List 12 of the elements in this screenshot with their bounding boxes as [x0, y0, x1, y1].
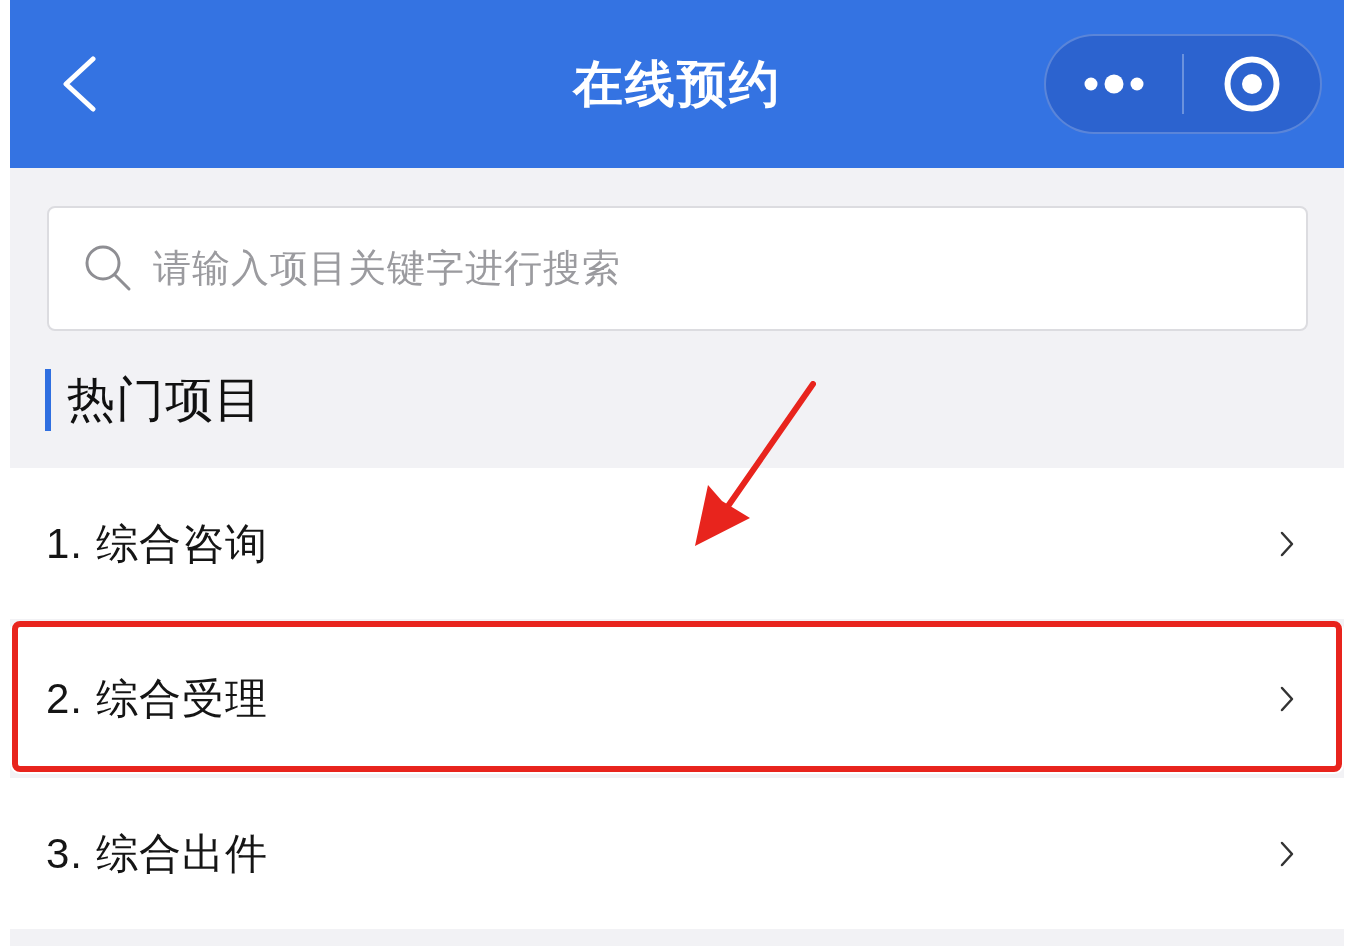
list-item[interactable]: 2. 综合受理 — [10, 619, 1344, 774]
more-icon — [1083, 74, 1145, 94]
page-title: 在线预约 — [573, 55, 781, 114]
search-icon — [84, 244, 132, 292]
chevron-right-icon — [1280, 840, 1294, 867]
list-item[interactable]: 1. 综合咨询 — [10, 468, 1344, 619]
back-icon — [62, 56, 96, 112]
chevron-right-icon — [1280, 685, 1294, 712]
chevron-right-icon — [1280, 530, 1294, 557]
section-title: 热门项目 — [67, 371, 263, 428]
search-field[interactable]: 请输入项目关键字进行搜索 — [47, 206, 1308, 331]
target-icon — [1224, 56, 1280, 112]
